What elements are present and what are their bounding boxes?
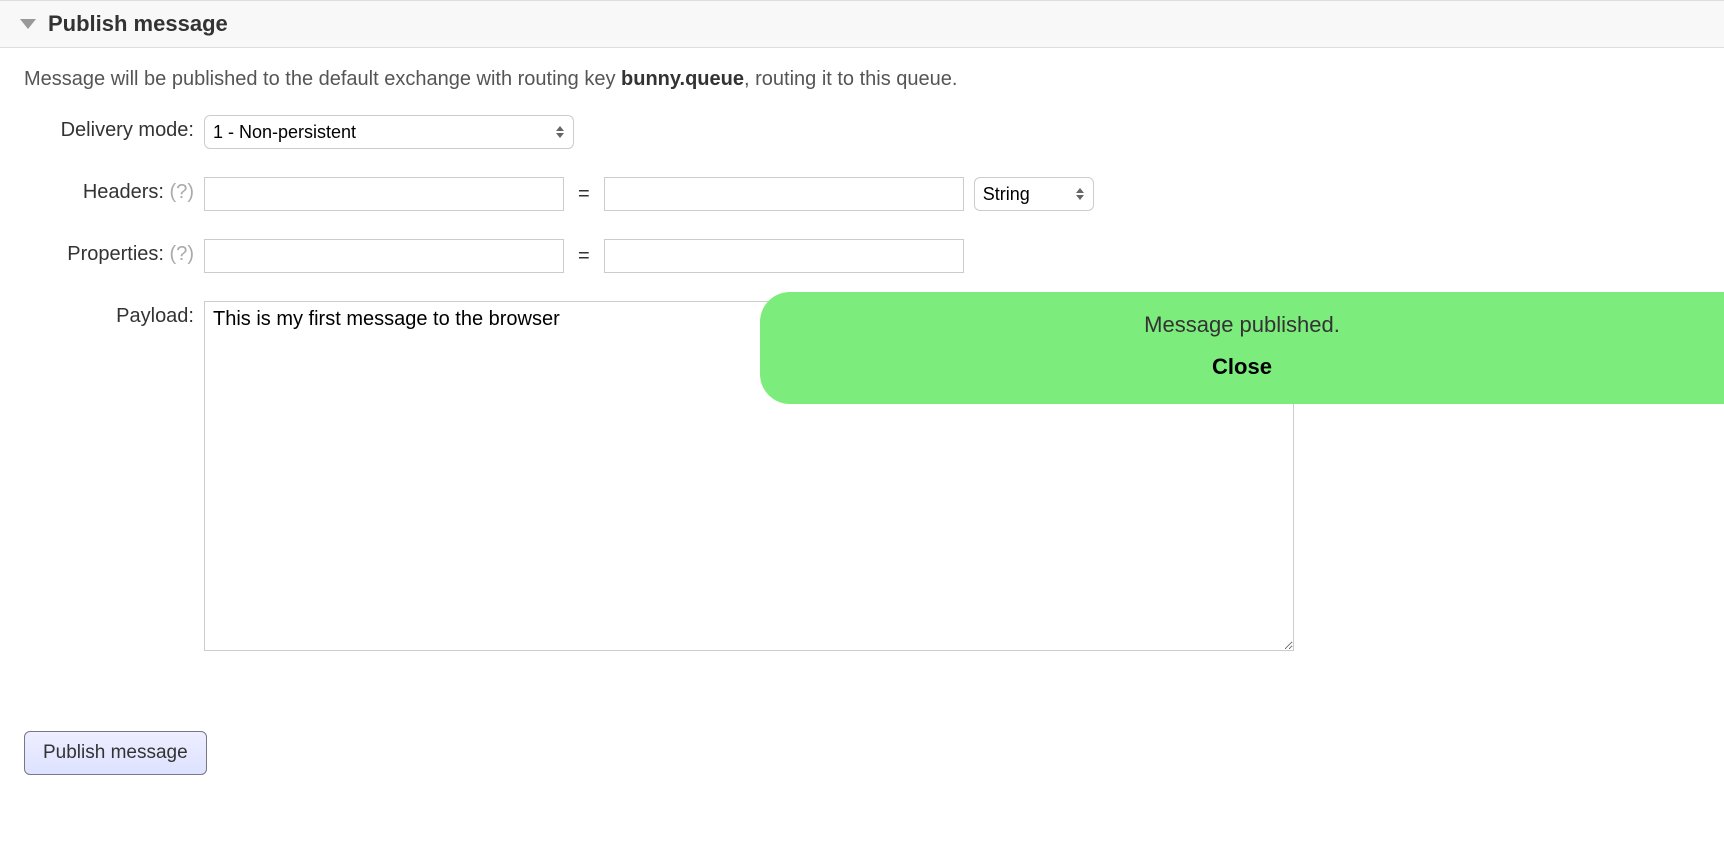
properties-key-input[interactable] [204, 239, 564, 273]
payload-label: Payload: [24, 301, 194, 328]
delivery-mode-row: Delivery mode: 1 - Non-persistent [24, 115, 1700, 149]
headers-value-input[interactable] [604, 177, 964, 211]
section-title: Publish message [48, 11, 228, 37]
desc-prefix: Message will be published to the default… [24, 68, 621, 90]
notification-toast: Message published. Close [760, 292, 1724, 404]
delivery-mode-select-wrap: 1 - Non-persistent [204, 115, 574, 149]
desc-suffix: , routing it to this queue. [744, 68, 957, 90]
publish-button[interactable]: Publish message [24, 731, 207, 775]
equals-sign: = [574, 183, 594, 206]
section-header[interactable]: Publish message [0, 0, 1724, 48]
properties-label-text: Properties: [67, 243, 164, 265]
routing-key: bunny.queue [621, 68, 744, 90]
equals-sign: = [574, 245, 594, 268]
headers-type-select[interactable]: String [974, 177, 1094, 211]
notification-message: Message published. [1144, 312, 1340, 337]
publish-description: Message will be published to the default… [24, 68, 1700, 91]
headers-label: Headers: (?) [24, 177, 194, 204]
chevron-down-icon [20, 19, 36, 29]
close-button[interactable]: Close [800, 354, 1684, 380]
delivery-mode-select[interactable]: 1 - Non-persistent [204, 115, 574, 149]
headers-help-icon[interactable]: (?) [170, 181, 194, 203]
headers-key-input[interactable] [204, 177, 564, 211]
headers-label-text: Headers: [83, 181, 164, 203]
properties-row: Properties: (?) = [24, 239, 1700, 273]
properties-help-icon[interactable]: (?) [170, 243, 194, 265]
headers-row: Headers: (?) = String [24, 177, 1700, 211]
headers-type-select-wrap: String [974, 177, 1094, 211]
properties-value-input[interactable] [604, 239, 964, 273]
delivery-mode-label: Delivery mode: [24, 115, 194, 142]
properties-label: Properties: (?) [24, 239, 194, 266]
